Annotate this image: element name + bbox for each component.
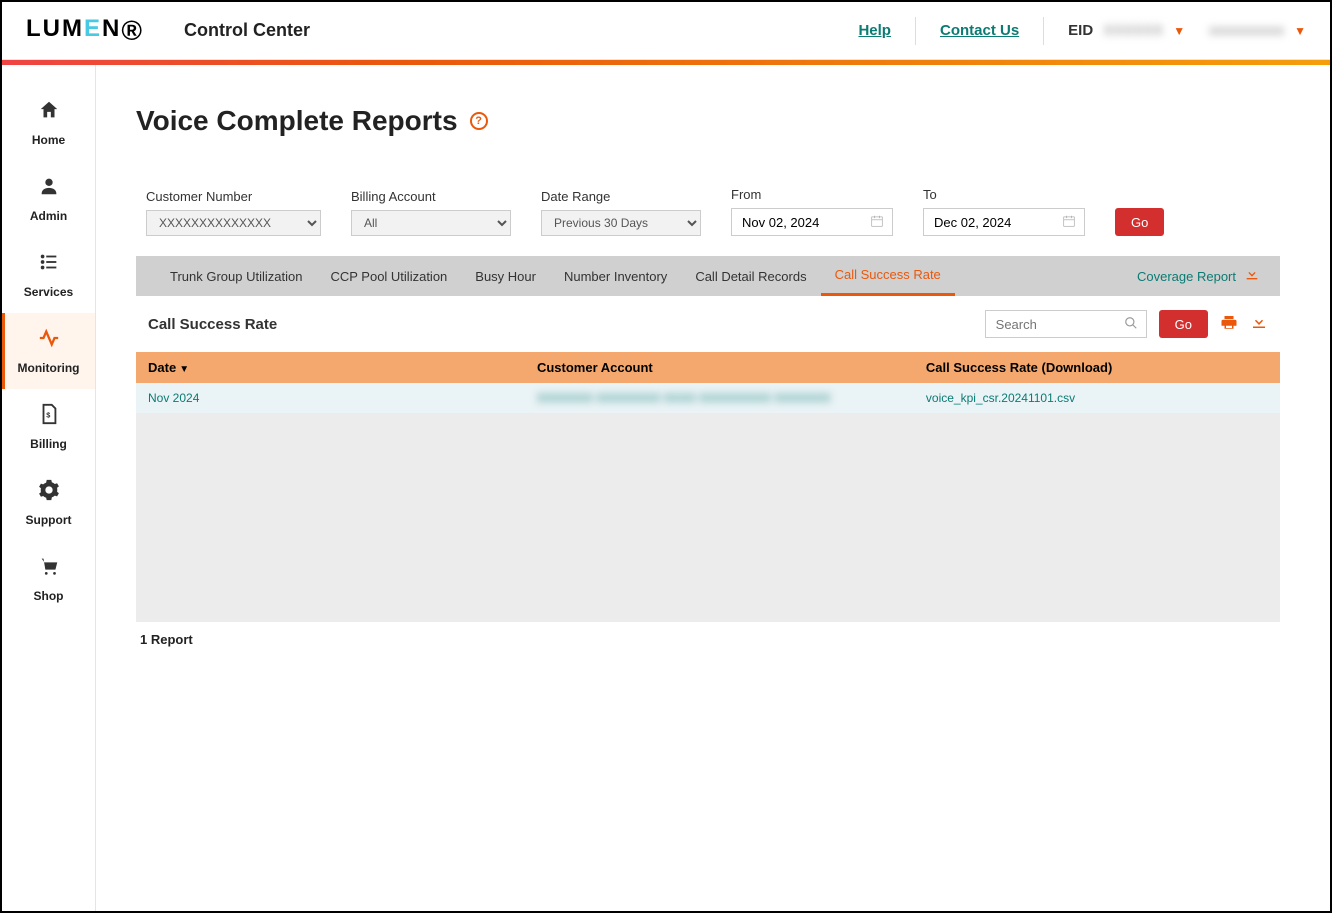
tab-call-success-rate[interactable]: Call Success Rate — [821, 256, 955, 296]
download-icon[interactable] — [1250, 313, 1268, 336]
cart-icon — [38, 555, 60, 583]
tab-trunk-group[interactable]: Trunk Group Utilization — [156, 256, 316, 296]
billing-account-label: Billing Account — [351, 189, 511, 204]
activity-icon — [38, 327, 60, 355]
profile-dropdown[interactable]: xxxxxxxxxx ▼ — [1209, 22, 1306, 39]
section-header: Call Success Rate Go — [136, 296, 1280, 352]
filter-bar: Customer Number XXXXXXXXXXXXXX Billing A… — [136, 187, 1280, 236]
user-icon — [38, 175, 60, 203]
coverage-report-link[interactable]: Coverage Report — [1137, 266, 1260, 286]
sidebar-item-label: Home — [32, 133, 65, 147]
sidebar-item-home[interactable]: Home — [2, 85, 95, 161]
download-link[interactable]: voice_kpi_csr.20241101.csv — [926, 391, 1075, 405]
invoice-icon: $ — [38, 403, 60, 431]
help-link[interactable]: Help — [858, 22, 891, 39]
sidebar-item-support[interactable]: Support — [2, 465, 95, 541]
date-range-label: Date Range — [541, 189, 701, 204]
sidebar-item-label: Admin — [30, 209, 67, 223]
svg-text:$: $ — [46, 411, 50, 420]
sidebar-item-label: Billing — [30, 437, 67, 451]
result-count: 1 Report — [136, 622, 1280, 657]
account-value: XXXXXXX XXXXXXXX XXXX XXXXXXXXX XXXXXXX — [537, 391, 830, 405]
print-icon[interactable] — [1220, 313, 1238, 336]
to-date-input[interactable] — [924, 209, 1054, 235]
sidebar-item-label: Shop — [34, 589, 64, 603]
date-link[interactable]: Nov 2024 — [148, 391, 199, 405]
calendar-icon[interactable] — [862, 214, 892, 231]
billing-account-select[interactable]: All — [351, 210, 511, 236]
col-rate[interactable]: Call Success Rate (Download) — [914, 352, 1280, 383]
profile-value: xxxxxxxxxx — [1209, 22, 1284, 39]
search-go-button[interactable]: Go — [1159, 310, 1208, 338]
sidebar-item-label: Services — [24, 285, 73, 299]
calendar-icon[interactable] — [1054, 214, 1084, 231]
tab-ccp-pool[interactable]: CCP Pool Utilization — [316, 256, 461, 296]
chevron-down-icon: ▼ — [1294, 24, 1306, 38]
eid-dropdown[interactable]: EID XXXXXX ▼ — [1068, 22, 1185, 39]
results-table: Date▼ Customer Account Call Success Rate… — [136, 352, 1280, 622]
list-icon — [38, 251, 60, 279]
sidebar-item-services[interactable]: Services — [2, 237, 95, 313]
tab-call-detail[interactable]: Call Detail Records — [681, 256, 820, 296]
sidebar-item-admin[interactable]: Admin — [2, 161, 95, 237]
eid-label: EID — [1068, 22, 1093, 39]
from-date-input[interactable] — [732, 209, 862, 235]
from-label: From — [731, 187, 893, 202]
sidebar-item-label: Support — [26, 513, 72, 527]
tab-busy-hour[interactable]: Busy Hour — [461, 256, 550, 296]
sidebar: Home Admin Services Monitoring $ Billing — [2, 65, 96, 911]
search-input[interactable] — [986, 311, 1116, 337]
eid-value: XXXXXX — [1103, 22, 1163, 39]
section-title: Call Success Rate — [148, 316, 277, 333]
chevron-down-icon: ▼ — [1173, 24, 1185, 38]
main-content: Voice Complete Reports ? Customer Number… — [96, 65, 1330, 911]
logo: LUMEN® — [26, 15, 144, 47]
help-icon[interactable]: ? — [470, 112, 488, 130]
date-range-select[interactable]: Previous 30 Days — [541, 210, 701, 236]
sidebar-item-billing[interactable]: $ Billing — [2, 389, 95, 465]
sidebar-item-monitoring[interactable]: Monitoring — [2, 313, 95, 389]
tab-number-inventory[interactable]: Number Inventory — [550, 256, 681, 296]
col-account[interactable]: Customer Account — [525, 352, 914, 383]
filter-go-button[interactable]: Go — [1115, 208, 1164, 236]
download-icon — [1244, 266, 1260, 286]
customer-number-label: Customer Number — [146, 189, 321, 204]
sidebar-item-label: Monitoring — [18, 361, 80, 375]
to-label: To — [923, 187, 1085, 202]
tab-bar: Trunk Group Utilization CCP Pool Utiliza… — [136, 256, 1280, 296]
table-row: Nov 2024 XXXXXXX XXXXXXXX XXXX XXXXXXXXX… — [136, 383, 1280, 413]
search-icon[interactable] — [1116, 316, 1146, 333]
col-date[interactable]: Date▼ — [136, 352, 525, 383]
gear-icon — [38, 479, 60, 507]
home-icon — [38, 99, 60, 127]
top-bar: LUMEN® Control Center Help Contact Us EI… — [2, 2, 1330, 60]
customer-number-select[interactable]: XXXXXXXXXXXXXX — [146, 210, 321, 236]
page-title: Voice Complete Reports — [136, 105, 458, 137]
sidebar-item-shop[interactable]: Shop — [2, 541, 95, 617]
sort-desc-icon: ▼ — [179, 364, 189, 375]
contact-link[interactable]: Contact Us — [940, 22, 1019, 39]
app-name: Control Center — [184, 20, 310, 41]
